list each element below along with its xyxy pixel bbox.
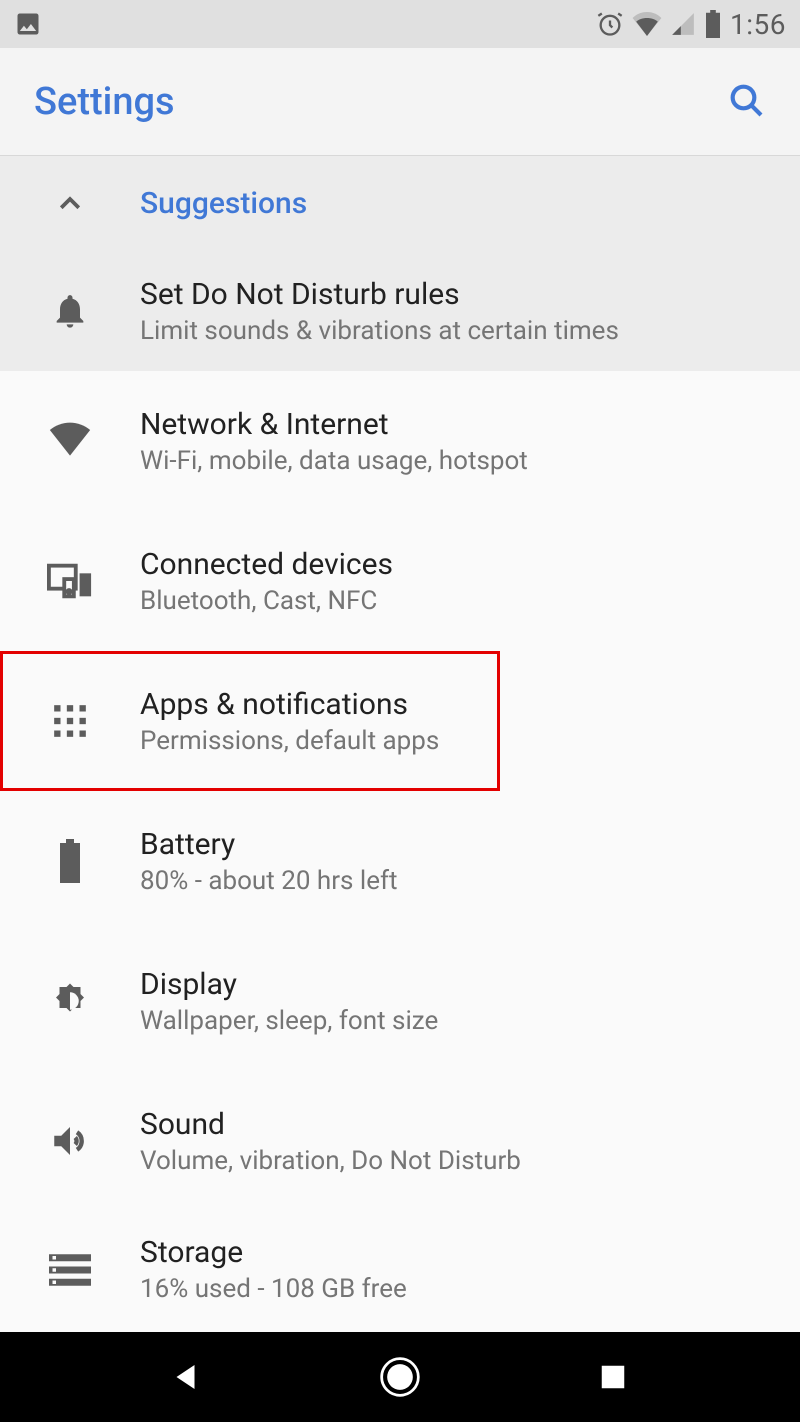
settings-scroll[interactable]: Suggestions Set Do Not Disturb rules Lim… — [0, 156, 800, 1332]
app-bar: Settings — [0, 48, 800, 156]
chevron-up-icon — [0, 189, 140, 219]
triangle-back-icon — [169, 1359, 205, 1395]
suggestions-header[interactable]: Suggestions — [0, 156, 800, 251]
item-sub: Wallpaper, sleep, font size — [140, 1006, 776, 1036]
devices-icon — [0, 562, 140, 600]
suggestions-label: Suggestions — [140, 186, 307, 221]
item-sub: Volume, vibration, Do Not Disturb — [140, 1146, 776, 1176]
apps-icon — [0, 702, 140, 740]
volume-icon — [0, 1120, 140, 1162]
search-icon — [726, 80, 766, 120]
battery-status-icon — [704, 10, 722, 38]
cell-signal-icon — [670, 11, 696, 37]
item-title: Sound — [140, 1107, 776, 1142]
nav-recents-button[interactable] — [507, 1362, 720, 1392]
alarm-icon — [596, 10, 624, 38]
wifi-icon — [0, 419, 140, 463]
item-title: Storage — [140, 1235, 776, 1270]
item-sub: Permissions, default apps — [140, 726, 476, 756]
item-title: Network & Internet — [140, 407, 776, 442]
square-recents-icon — [598, 1362, 628, 1392]
navigation-bar — [0, 1332, 800, 1422]
nav-home-button[interactable] — [293, 1355, 506, 1399]
settings-list: Network & Internet Wi-Fi, mobile, data u… — [0, 371, 800, 1304]
settings-item-battery[interactable]: Battery 80% - about 20 hrs left — [0, 791, 800, 931]
bell-icon — [0, 291, 140, 331]
wifi-status-icon — [632, 12, 662, 36]
battery-icon — [0, 839, 140, 883]
settings-item-network[interactable]: Network & Internet Wi-Fi, mobile, data u… — [0, 371, 800, 511]
settings-item-apps-notifications[interactable]: Apps & notifications Permissions, defaul… — [0, 651, 500, 791]
circle-home-icon — [378, 1355, 422, 1399]
item-title: Connected devices — [140, 547, 776, 582]
item-sub: Wi-Fi, mobile, data usage, hotspot — [140, 446, 776, 476]
brightness-icon — [0, 980, 140, 1022]
status-time: 1:56 — [730, 8, 786, 41]
settings-item-sound[interactable]: Sound Volume, vibration, Do Not Disturb — [0, 1071, 800, 1211]
suggestion-dnd-row[interactable]: Set Do Not Disturb rules Limit sounds & … — [0, 251, 800, 371]
settings-item-connected-devices[interactable]: Connected devices Bluetooth, Cast, NFC — [0, 511, 800, 651]
item-sub: 16% used - 108 GB free — [140, 1274, 776, 1304]
storage-icon — [0, 1253, 140, 1287]
item-title: Battery — [140, 827, 776, 862]
settings-item-display[interactable]: Display Wallpaper, sleep, font size — [0, 931, 800, 1071]
suggestions-section: Suggestions Set Do Not Disturb rules Lim… — [0, 156, 800, 371]
settings-item-storage[interactable]: Storage 16% used - 108 GB free — [0, 1211, 800, 1304]
search-button[interactable] — [726, 80, 766, 124]
image-notification-icon — [14, 10, 42, 38]
item-title: Display — [140, 967, 776, 1002]
page-title: Settings — [34, 80, 175, 124]
suggestion-title: Set Do Not Disturb rules — [140, 277, 776, 312]
item-sub: 80% - about 20 hrs left — [140, 866, 776, 896]
item-sub: Bluetooth, Cast, NFC — [140, 586, 776, 616]
nav-back-button[interactable] — [80, 1359, 293, 1395]
item-title: Apps & notifications — [140, 687, 476, 722]
status-bar: 1:56 — [0, 0, 800, 48]
suggestion-sub: Limit sounds & vibrations at certain tim… — [140, 316, 776, 346]
